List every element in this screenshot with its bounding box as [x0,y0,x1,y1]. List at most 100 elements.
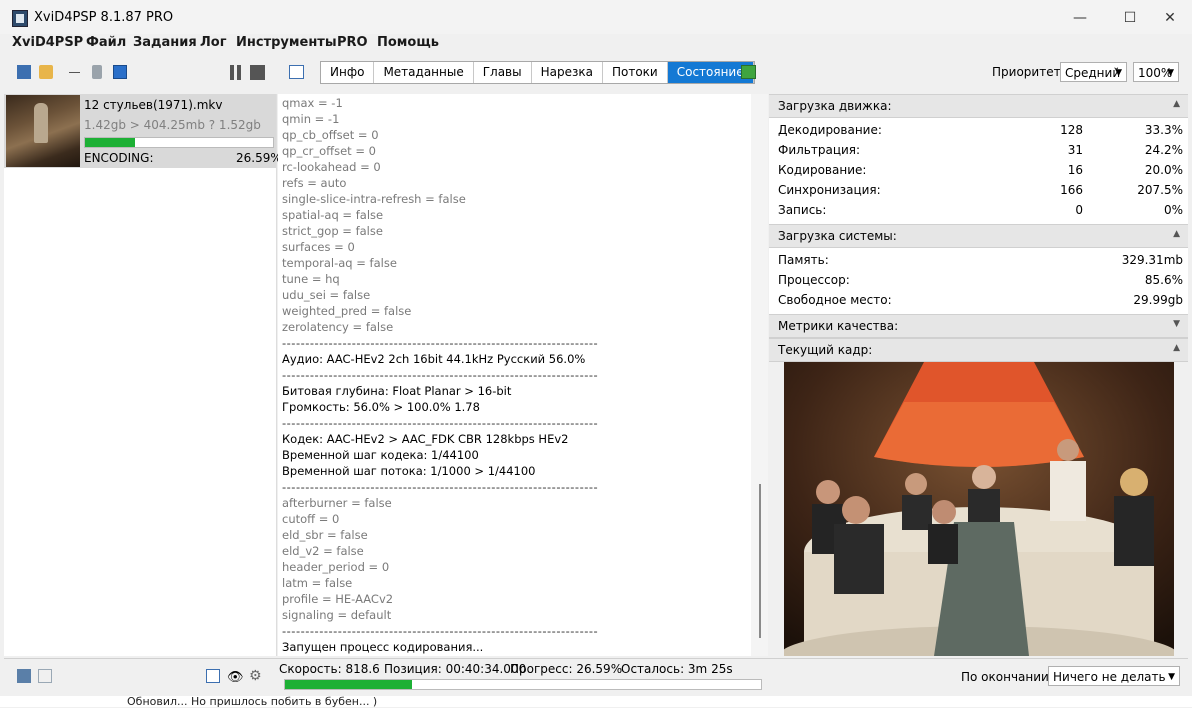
background-window-text: Обновил... Но пришлось побить в бубен...… [127,695,378,708]
save-icon[interactable] [113,65,127,79]
menu-tasks[interactable]: Задания [133,35,197,50]
engine-section-header[interactable]: Загрузка движка: ▲ [769,94,1188,118]
menu-file[interactable]: Файл [86,35,126,50]
log-line: strict_gop = false [282,224,383,238]
pause-icon-bar [237,65,241,80]
log-line: Битовая глубина: Float Planar > 16-bit [282,384,512,398]
trash-icon[interactable] [92,65,102,79]
system-row-label: Свободное место: [778,293,892,307]
background-window-strip: Обновил... Но пришлось побить в бубен...… [0,695,1192,708]
priority-select[interactable]: Средний ▼ [1060,62,1127,82]
log-line: latm = false [282,576,353,590]
engine-row-label: Декодирование: [778,123,882,137]
overall-progress-bar [284,679,762,690]
overall-progress-fill [285,680,412,689]
app-icon [12,10,28,27]
log-line: qmin = -1 [282,112,340,126]
engine-row-count: 31 [1067,143,1083,157]
collapse-icon[interactable]: ▲ [1173,343,1180,353]
menu-xvid4psp[interactable]: XviD4PSP [12,35,83,50]
frame-section-header[interactable]: Текущий кадр: ▲ [769,338,1188,362]
system-row-label: Процессор: [778,273,850,287]
engine-row-count: 128 [1060,123,1083,137]
system-row-value: 29.99gb [1133,293,1183,307]
log-line: eld_v2 = false [282,544,364,558]
tab-info[interactable]: Инфо [321,62,375,83]
chevron-down-icon: ▼ [1167,68,1174,78]
task-size: 1.42gb > 404.25mb ? 1.52gb [84,118,261,132]
frame-picture [784,362,1174,656]
film-icon[interactable] [17,65,31,79]
engine-row-percent: 0% [1163,203,1183,217]
log-panel[interactable]: qmax = -1 qmin = -1 qp_cb_offset = 0 qp_cr_… [278,94,751,656]
stop-icon[interactable] [250,65,265,80]
log-scrollbar-thumb[interactable] [759,484,761,638]
on-finish-select[interactable]: Ничего не делать ▼ [1048,666,1180,686]
export-icon[interactable] [741,65,756,79]
current-frame-image [784,362,1174,656]
engine-row-label: Фильтрация: [778,143,861,157]
menu-log[interactable]: Лог [200,35,227,50]
log-line: signaling = default [282,608,392,622]
engine-row-percent: 24.2% [1144,143,1183,157]
multi-window-icon[interactable] [38,669,52,683]
task-status: ENCODING: [84,151,154,165]
pause-icon[interactable] [230,65,234,80]
log-separator: ----------------------------------------… [282,336,599,350]
preview-eye-icon[interactable]: 👁 [227,670,244,685]
log-line: single-slice-intra-refresh = false [282,192,466,206]
log-line: weighted_pred = false [282,304,412,318]
log-line: rc-lookahead = 0 [282,160,381,174]
log-view-icon[interactable] [206,669,220,683]
settings-gear-icon[interactable]: ⚙ [249,668,262,684]
log-separator: ----------------------------------------… [282,624,599,638]
maximize-button[interactable]: ☐ [1110,6,1150,30]
priority-label: Приоритет: [992,65,1065,79]
log-line: tune = hq [282,272,340,286]
system-section-header[interactable]: Загрузка системы: ▲ [769,224,1188,248]
collapse-icon[interactable]: ▲ [1173,229,1180,239]
log-line: header_period = 0 [282,560,390,574]
log-line: refs = auto [282,176,347,190]
window-title: XviD4PSP 8.1.87 PRO [34,10,174,25]
engine-table: Декодирование: 128 33.3% Фильтрация: 31 24.2%… [769,118,1188,224]
engine-row-label: Синхронизация: [778,183,881,197]
minimize-button[interactable]: — [1060,6,1100,30]
zoom-select[interactable]: 100% ▼ [1133,62,1179,82]
on-finish-value: Ничего не делать [1053,670,1166,684]
task-progress-fill [85,138,135,147]
log-line: qp_cb_offset = 0 [282,128,379,142]
chevron-down-icon: ▼ [1168,672,1175,682]
log-line: temporal-aq = false [282,256,397,270]
system-row-value: 329.31mb [1121,253,1183,267]
tab-metadata[interactable]: Метаданные [374,62,474,83]
menu-pro[interactable]: PRO [337,35,368,50]
log-separator: ----------------------------------------… [282,368,599,382]
log-line: Временной шаг потока: 1/1000 > 1/44100 [282,464,536,478]
engine-row-count: 0 [1075,203,1083,217]
position-readout: Позиция: 00:40:34.000 [384,662,527,676]
queue-icon[interactable] [17,669,31,683]
open-folder-icon[interactable] [39,65,53,79]
log-separator: ----------------------------------------… [282,416,599,430]
engine-row-percent: 207.5% [1137,183,1183,197]
remove-icon[interactable] [69,72,80,73]
menu-tools[interactable]: Инструменты [236,35,337,50]
metrics-title: Метрики качества: [778,319,899,333]
tab-trim[interactable]: Нарезка [532,62,603,83]
system-row-label: Память: [778,253,829,267]
expand-icon[interactable]: ▼ [1173,319,1180,329]
frame-title: Текущий кадр: [778,343,873,357]
collapse-icon[interactable]: ▲ [1173,99,1180,109]
log-separator: ----------------------------------------… [282,480,599,494]
log-icon[interactable] [289,65,304,79]
log-line: qp_cr_offset = 0 [282,144,376,158]
system-row-value: 85.6% [1144,273,1183,287]
tab-chapters[interactable]: Главы [474,62,532,83]
close-button[interactable]: ✕ [1150,6,1190,30]
menu-help[interactable]: Помощь [377,35,439,50]
tab-streams[interactable]: Потоки [603,62,668,83]
log-line: udu_sei = false [282,288,371,302]
metrics-section-header[interactable]: Метрики качества: ▼ [769,314,1188,338]
log-line: profile = HE-AACv2 [282,592,394,606]
